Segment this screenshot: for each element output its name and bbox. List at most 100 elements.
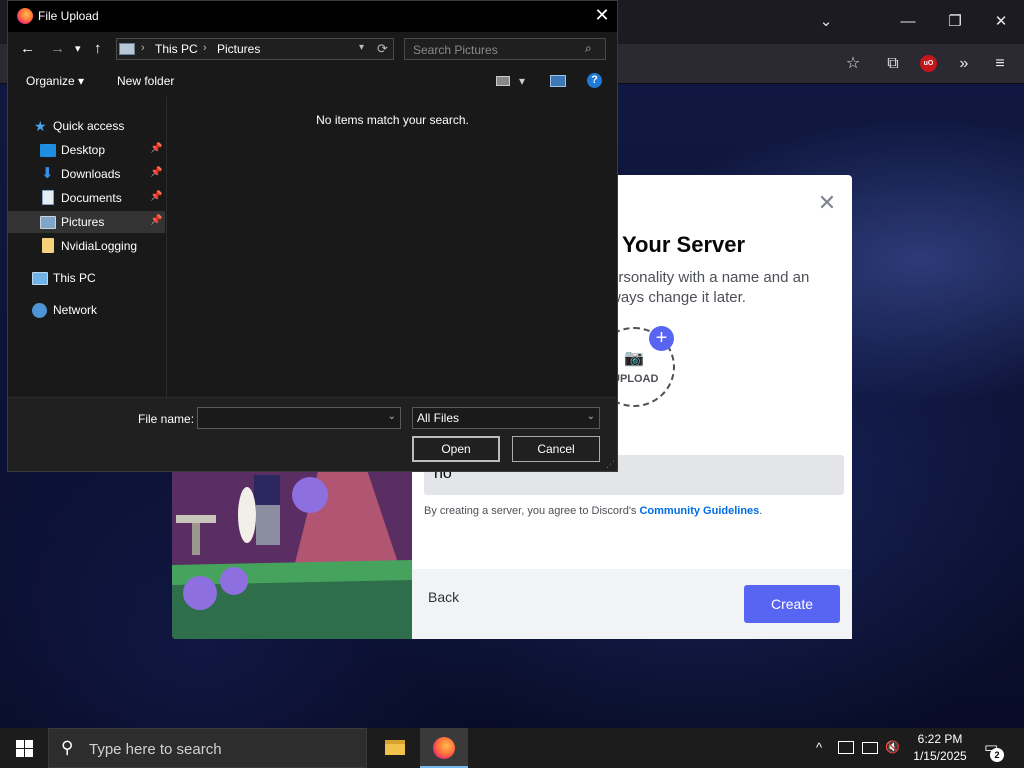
taskbar-search-placeholder: Type here to search [89, 741, 222, 758]
network-icon [32, 303, 47, 318]
sidebar-item-this-pc[interactable]: This PC [8, 267, 165, 289]
terms-suffix: . [759, 505, 763, 517]
navigation-pane: ★ Quick access Desktop 📌 ⬇ Downloads 📌 D… [8, 97, 165, 397]
firefox-icon [17, 8, 33, 24]
sidebar-item-nvidialogging[interactable]: NvidiaLogging [8, 235, 165, 257]
resize-grip-icon[interactable]: ⋰ [606, 459, 615, 470]
pin-icon: 📌 [150, 215, 163, 226]
address-bar[interactable]: › This PC › Pictures ▾ ⟳ [116, 38, 394, 60]
dialog-close-icon[interactable]: ✕ [592, 5, 612, 26]
search-icon[interactable]: ⌕ [585, 41, 592, 56]
minimize-button[interactable]: — [896, 10, 920, 34]
create-button[interactable]: Create [744, 585, 840, 623]
back-button[interactable]: Back [428, 589, 459, 605]
restore-button[interactable]: ❐ [943, 10, 967, 34]
file-type-value: All Files [417, 411, 460, 425]
star-icon: ★ [34, 118, 47, 134]
file-name-input[interactable]: ⌄ [197, 407, 401, 429]
breadcrumb-separator: › [203, 42, 207, 54]
taskbar: ⚲ Type here to search ^ 🔇 6:22 PM 1/15/2… [0, 728, 1024, 768]
taskbar-search-box[interactable]: ⚲ Type here to search [48, 728, 367, 768]
network-tray-icon[interactable] [862, 742, 878, 754]
dialog-title: File Upload [38, 9, 99, 23]
modal-footer: Back Create [412, 569, 852, 639]
windows-logo-icon [16, 740, 33, 757]
overflow-menu-icon[interactable]: » [952, 52, 976, 76]
command-bar: Organize ▾ New folder ▾ ? [8, 64, 617, 96]
pin-icon: 📌 [150, 167, 163, 178]
sidebar-item-label: Downloads [61, 167, 121, 181]
security-icon[interactable] [838, 741, 854, 754]
recent-locations-dropdown-icon[interactable]: ▾ [75, 42, 81, 55]
folder-icon [42, 238, 54, 253]
download-arrow-icon: ⬇ [41, 165, 54, 182]
help-icon[interactable]: ? [587, 73, 602, 88]
start-button[interactable] [0, 728, 48, 768]
search-box[interactable]: Search Pictures ⌕ [404, 38, 606, 60]
firefox-icon [433, 737, 455, 759]
list-all-tabs-button[interactable]: ⌄ [814, 10, 838, 34]
volume-muted-icon[interactable]: 🔇 [885, 740, 900, 754]
up-arrow-icon[interactable]: ↑ [94, 40, 102, 57]
sidebar-item-label: NvidiaLogging [61, 239, 138, 253]
file-type-select[interactable]: All Files ⌄ [412, 407, 600, 429]
clock-date: 1/15/2025 [913, 749, 967, 763]
sidebar-item-label: This PC [53, 271, 96, 285]
close-window-button[interactable]: ✕ [989, 10, 1013, 34]
add-icon-plus-icon[interactable]: + [649, 326, 674, 351]
breadcrumb-this-pc[interactable]: This PC [155, 42, 198, 56]
sidebar-item-pictures[interactable]: Pictures 📌 [8, 211, 165, 233]
chevron-down-icon[interactable]: ⌄ [388, 411, 396, 422]
new-folder-button[interactable]: New folder [117, 74, 174, 88]
empty-results-message: No items match your search. [316, 113, 469, 127]
show-hidden-icons-chevron-icon[interactable]: ^ [816, 740, 822, 755]
sidebar-item-network[interactable]: Network [8, 299, 165, 321]
organize-menu-button[interactable]: Organize ▾ [26, 74, 84, 88]
camera-icon: 📷 [624, 350, 644, 367]
sidebar-item-downloads[interactable]: ⬇ Downloads 📌 [8, 163, 165, 185]
refresh-icon[interactable]: ⟳ [377, 41, 388, 57]
terms-text: By creating a server, you agree to Disco… [424, 505, 844, 517]
address-dropdown-icon[interactable]: ▾ [359, 42, 364, 53]
pictures-folder-icon [40, 216, 56, 229]
ublock-origin-icon[interactable]: uO [920, 55, 937, 72]
forward-arrow-icon[interactable]: → [50, 40, 65, 57]
sidebar-item-label: Pictures [61, 215, 105, 229]
search-icon: ⚲ [61, 738, 74, 757]
sidebar-item-label: Desktop [61, 143, 106, 157]
clock-time: 6:22 PM [917, 732, 963, 746]
open-button[interactable]: Open [412, 436, 500, 462]
clock[interactable]: 6:22 PM 1/15/2025 [908, 731, 972, 765]
back-arrow-icon[interactable]: ← [20, 40, 35, 57]
breadcrumb-pictures[interactable]: Pictures [217, 42, 260, 56]
community-guidelines-link[interactable]: Community Guidelines [639, 505, 759, 517]
sidebar-item-desktop[interactable]: Desktop 📌 [8, 139, 165, 161]
firefox-taskbar-button[interactable] [420, 728, 468, 768]
modal-subtitle: ersonality with a name and an ways chang… [610, 269, 810, 306]
bookmark-star-icon[interactable]: ☆ [841, 52, 865, 76]
notification-count-badge: 2 [990, 748, 1004, 762]
breadcrumb-separator: › [141, 42, 145, 54]
cancel-button[interactable]: Cancel [512, 436, 600, 462]
hamburger-menu-icon[interactable]: ≡ [988, 52, 1012, 76]
search-placeholder: Search Pictures [413, 43, 498, 57]
pin-icon: 📌 [150, 191, 163, 202]
sidebar-item-label: Quick access [53, 119, 125, 133]
desktop-folder-icon [40, 144, 56, 157]
illustration-image [172, 455, 412, 639]
close-modal-icon[interactable]: ✕ [817, 192, 837, 214]
sidebar-item-quick-access[interactable]: ★ Quick access [8, 115, 165, 137]
change-view-icon[interactable] [496, 76, 510, 86]
view-options-dropdown-icon[interactable]: ▾ [519, 74, 525, 88]
file-list-area[interactable]: No items match your search. [166, 97, 617, 397]
file-explorer-taskbar-button[interactable] [371, 728, 419, 768]
file-explorer-icon [385, 740, 405, 755]
file-name-label: File name: [138, 412, 195, 426]
upload-label: UPLOAD [612, 373, 659, 385]
pin-icon: 📌 [150, 143, 163, 154]
preview-pane-icon[interactable] [550, 75, 566, 87]
extensions-icon[interactable]: ⧉ [881, 52, 905, 76]
chevron-down-icon[interactable]: ⌄ [587, 411, 595, 422]
dialog-bottom-panel: File name: ⌄ All Files ⌄ Open Cancel ⋰ [8, 397, 617, 471]
sidebar-item-documents[interactable]: Documents 📌 [8, 187, 165, 209]
